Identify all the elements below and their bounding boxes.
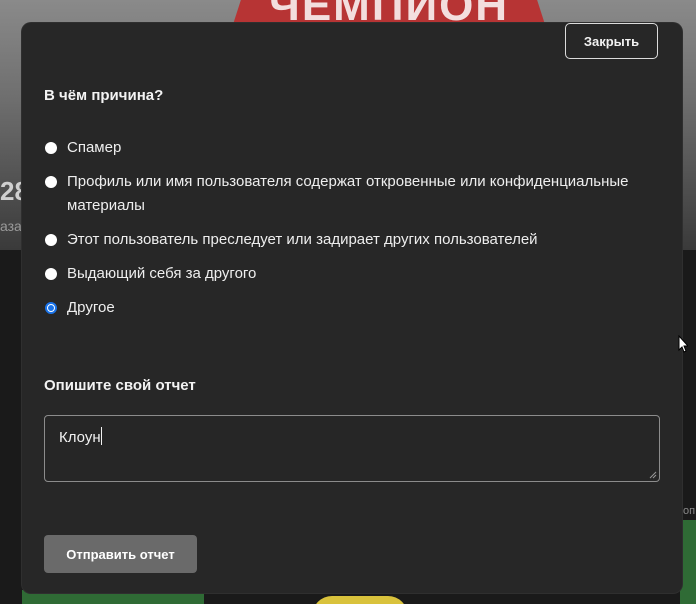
- submit-report-button[interactable]: Отправить отчет: [44, 535, 197, 573]
- reason-options: Спамер Профиль или имя пользователя соде…: [44, 136, 644, 330]
- report-textarea[interactable]: Клоун: [44, 415, 660, 482]
- reason-label: Этот пользователь преследует или задирае…: [67, 231, 538, 248]
- background-image-right: [680, 520, 696, 604]
- reason-label: Профиль или имя пользователя содержат от…: [67, 173, 629, 214]
- radio-harassment[interactable]: [45, 234, 57, 246]
- text-caret: [100, 427, 102, 445]
- resize-grip-icon[interactable]: [649, 471, 657, 479]
- reason-option-impersonation[interactable]: Выдающий себя за другого: [44, 262, 644, 286]
- reason-label: Спамер: [67, 139, 122, 156]
- radio-other[interactable]: [45, 302, 57, 314]
- reason-option-other[interactable]: Другое: [44, 296, 644, 320]
- radio-explicit-content[interactable]: [45, 176, 57, 188]
- reason-option-spam[interactable]: Спамер: [44, 136, 644, 160]
- reason-option-explicit-content[interactable]: Профиль или имя пользователя содержат от…: [44, 170, 644, 218]
- radio-spam[interactable]: [45, 142, 57, 154]
- close-button[interactable]: Закрыть: [565, 23, 658, 59]
- mouse-cursor-icon: [678, 335, 688, 353]
- radio-impersonation[interactable]: [45, 268, 57, 280]
- reason-title: В чём причина?: [44, 87, 164, 104]
- reason-option-harassment[interactable]: Этот пользователь преследует или задирае…: [44, 228, 644, 252]
- background-image-center: [312, 596, 408, 604]
- report-dialog: Закрыть В чём причина? Спамер Профиль ил…: [22, 23, 682, 593]
- background-right-text: оп: [683, 505, 696, 517]
- report-text: Клоун: [59, 429, 101, 446]
- describe-title: Опишите свой отчет: [44, 377, 196, 394]
- reason-label: Выдающий себя за другого: [67, 265, 257, 282]
- reason-label: Другое: [67, 299, 115, 316]
